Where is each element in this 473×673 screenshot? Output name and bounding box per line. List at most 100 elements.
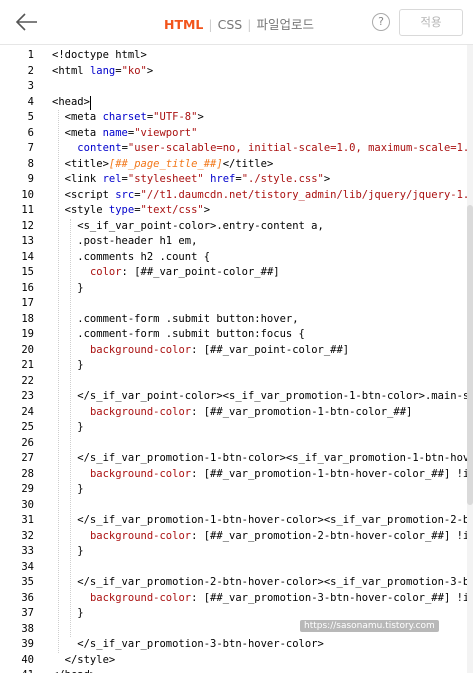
code-token: </s_if_var_promotion-3-btn-hover-color> [52, 638, 324, 650]
line-number: 41 [0, 668, 34, 673]
code-token: src [115, 188, 135, 201]
code-token: .comment-form .submit button:hover, [52, 312, 299, 325]
code-line: background-color: [##_var_promotion-1-bt… [52, 467, 473, 483]
line-number: 21 [21, 359, 34, 371]
help-icon[interactable]: ? [372, 13, 390, 31]
line-number: 20 [21, 343, 34, 356]
line-number: 1 [27, 49, 34, 61]
code-token: <s_if_var_point-color>.entry-content a, [52, 219, 324, 232]
code-token: <title> [52, 157, 109, 170]
vertical-scrollbar[interactable] [467, 45, 473, 673]
code-area[interactable]: <!doctype html> <html lang="ko"> <head> <m… [52, 45, 473, 673]
line-number: 3 [27, 80, 34, 92]
code-token: "text/css" [140, 204, 204, 216]
code-line: <title>[##_page_title_##]</title> [52, 157, 274, 173]
line-number: 18 [21, 312, 34, 325]
code-token: name [102, 126, 128, 139]
line-number: 27 [21, 452, 34, 464]
code-editor[interactable]: 1 2 3 4 5 6 7 8 9 10 11 12 13 14 15 16 17 18 19 20 21 22 23 24 2… [0, 45, 473, 673]
line-number: 2 [27, 64, 34, 77]
line-number: 36 [21, 591, 34, 604]
code-token: background-color [89, 467, 192, 480]
code-token: .comment-form .submit button:focus { [52, 328, 305, 340]
line-number: 10 [21, 188, 34, 201]
line-number: 26 [21, 436, 34, 449]
code-token: "ko" [121, 64, 147, 77]
editor-tabs: HTML | CSS | 파일업로드 [164, 14, 314, 33]
line-number: 34 [21, 560, 34, 573]
tab-html[interactable]: HTML [164, 17, 203, 32]
line-number: 22 [21, 374, 34, 387]
code-token: : [##_var_point-color_##] [191, 343, 350, 356]
code-token: </s_if_var_promotion-2-btn-hover-color><… [52, 576, 473, 588]
line-number: 4 [27, 95, 34, 108]
code-line: <link rel="stylesheet" href="./style.css… [52, 172, 331, 188]
code-token: content [77, 142, 122, 154]
code-token: "//t1.daumcdn.net/tistory_admin/lib/jque… [140, 188, 473, 201]
code-line: background-color: [##_var_point-color_##… [52, 343, 349, 359]
code-token: </head> [52, 669, 96, 673]
code-token: <!doctype html> [52, 49, 147, 61]
line-number: 13 [21, 235, 34, 247]
code-line: </style> [52, 653, 116, 669]
code-token: background-color [89, 405, 192, 418]
code-line: </s_if_var_promotion-1-btn-color><s_if_v… [52, 451, 473, 467]
tab-css[interactable]: CSS [218, 17, 243, 32]
line-number: 33 [21, 545, 34, 557]
line-number: 16 [21, 281, 34, 294]
apply-button[interactable]: 적용 [399, 9, 463, 36]
tab-file-upload[interactable]: 파일업로드 [256, 14, 314, 33]
code-line: <meta charset="UTF-8"> [52, 110, 204, 126]
line-number: 29 [21, 483, 34, 495]
code-token: : [##_var_promotion-1-btn-hover-color_##… [191, 467, 473, 480]
line-number: 23 [21, 390, 34, 402]
code-token: <html [52, 64, 90, 77]
arrow-left-icon[interactable] [14, 10, 40, 34]
code-line: </s_if_var_promotion-3-btn-hover-color> [52, 637, 324, 653]
line-number: 40 [21, 653, 34, 666]
code-line: <s_if_var_point-color>.entry-content a, [52, 219, 324, 235]
line-number-gutter: 1 2 3 4 5 6 7 8 9 10 11 12 13 14 15 16 17 18 19 20 21 22 23 24 2… [0, 45, 44, 673]
line-number: 39 [21, 638, 34, 650]
code-token: background-color [89, 591, 192, 604]
code-token: </s_if_var_point-color><s_if_var_promoti… [52, 390, 473, 402]
code-line: .comment-form .submit button:focus { [52, 327, 305, 343]
code-line: content="user-scalable=no, initial-scale… [52, 141, 473, 157]
code-line: </s_if_var_promotion-1-btn-hover-color><… [52, 513, 473, 529]
code-token: > [146, 64, 154, 77]
code-token: <script [52, 188, 116, 201]
code-token: : [##_var_promotion-3-btn-hover-color_##… [191, 591, 473, 604]
line-number: 8 [27, 157, 34, 170]
code-line: <meta name="viewport" [52, 126, 198, 142]
code-token: </title> [222, 157, 274, 170]
code-line: </s_if_var_point-color><s_if_var_promoti… [52, 389, 473, 405]
scrollbar-thumb[interactable] [467, 205, 473, 505]
code-token: href [210, 173, 236, 185]
code-line: .comment-form .submit button:hover, [52, 312, 299, 328]
code-token: "user-scalable=no, initial-scale=1.0, ma… [127, 142, 473, 154]
code-token: : [##_var_promotion-1-btn-color_##] [191, 405, 413, 418]
indent-guide [57, 110, 59, 653]
line-number: 25 [21, 421, 34, 433]
code-token: "UTF-8" [153, 111, 198, 123]
editor-header: HTML | CSS | 파일업로드 ? 적용 [0, 0, 473, 45]
code-token: </style> [52, 653, 116, 666]
code-line: background-color: [##_var_promotion-1-bt… [52, 405, 412, 421]
code-token: </s_if_var_promotion-1-btn-color><s_if_v… [52, 452, 473, 464]
code-line: background-color: [##_var_promotion-2-bt… [52, 529, 473, 545]
line-number: 7 [27, 142, 34, 154]
code-line: color: [##_var_point-color_##] [52, 265, 280, 281]
code-line: .post-header h1 em, [52, 234, 197, 250]
watermark: https://sasonamu.tistory.com [300, 620, 439, 632]
code-token: type [108, 204, 135, 216]
line-number: 24 [21, 405, 34, 418]
code-token: [##_page_title_##] [108, 157, 223, 170]
line-number: 37 [21, 607, 34, 619]
code-token: <style [52, 204, 109, 216]
tab-separator: | [247, 17, 252, 32]
code-line: <head> [52, 95, 90, 111]
code-token: color [89, 266, 122, 278]
line-number: 38 [21, 622, 34, 635]
code-token: </s_if_var_promotion-1-btn-hover-color><… [52, 514, 473, 526]
